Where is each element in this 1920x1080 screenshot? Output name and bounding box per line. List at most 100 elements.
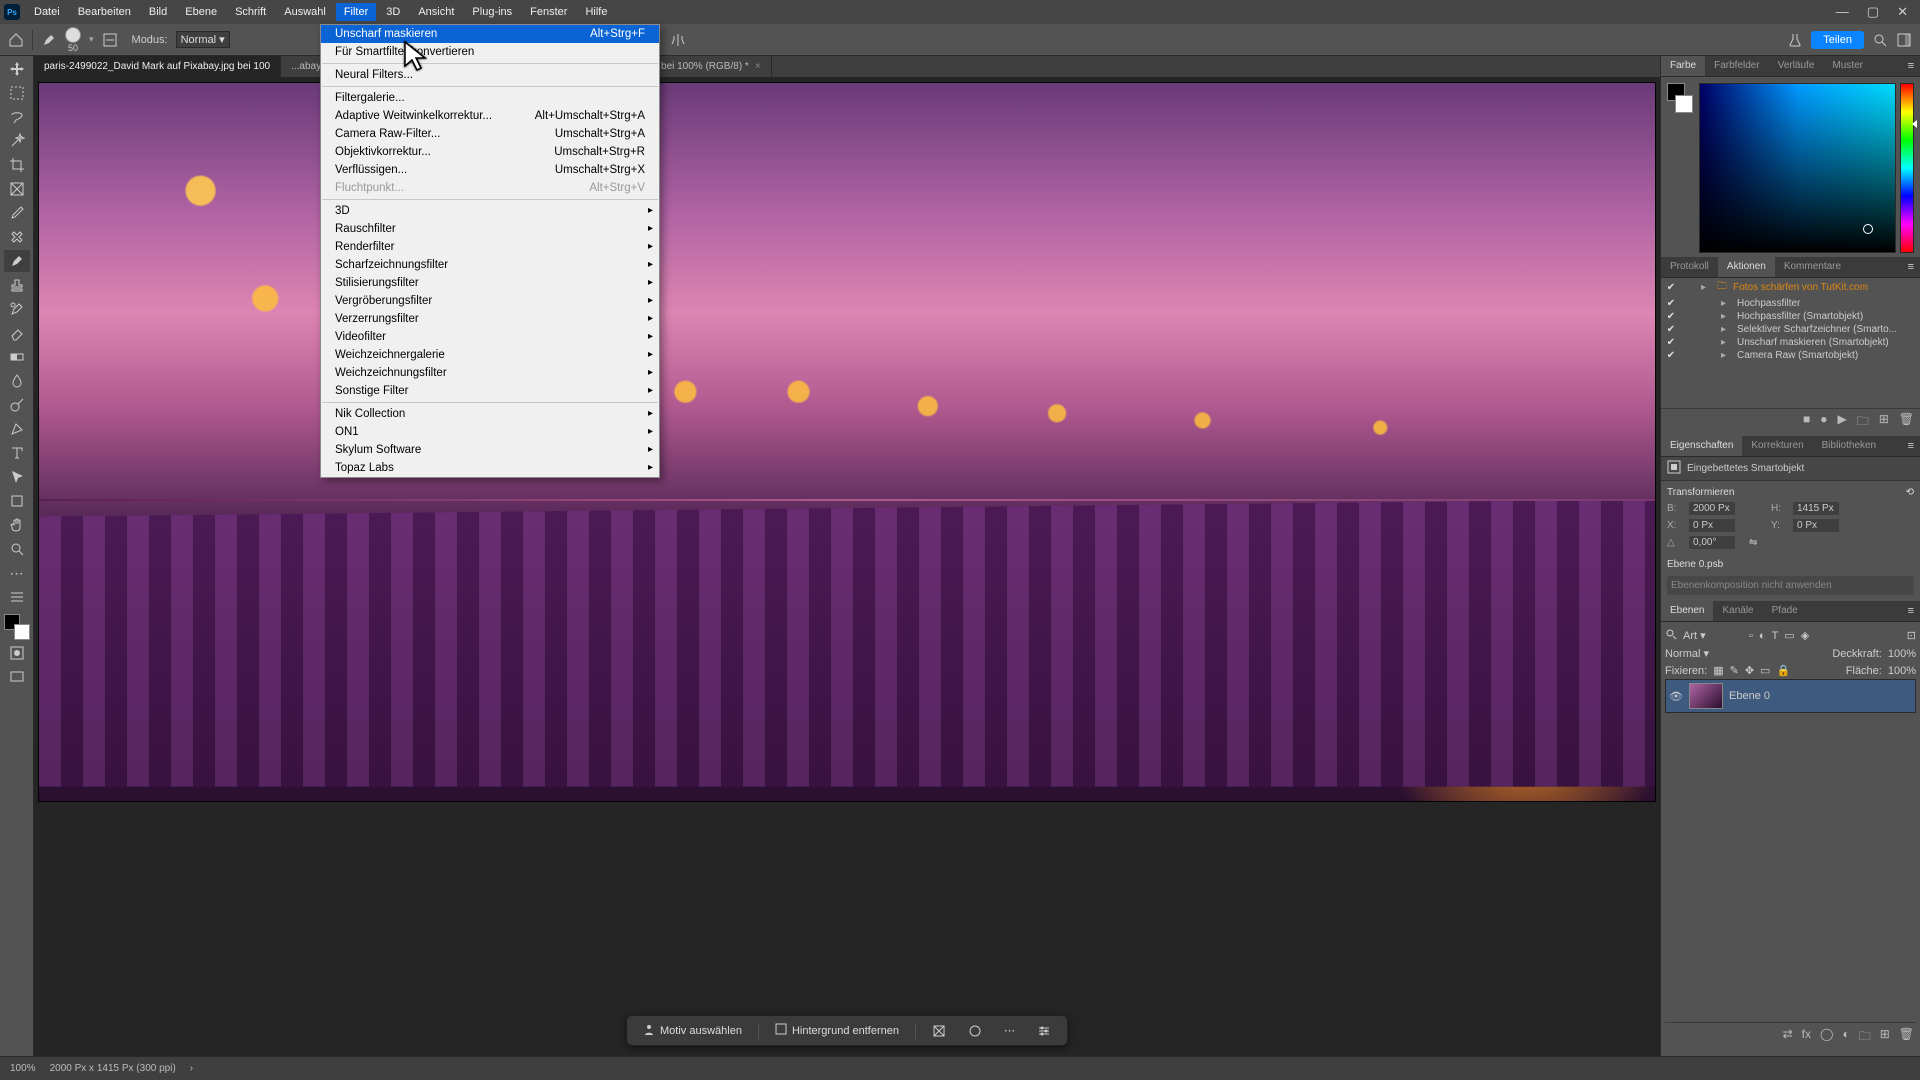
panel-menu-icon[interactable]: ≡ [1902, 56, 1920, 76]
heal-tool-icon[interactable] [4, 226, 30, 248]
menu-plug-ins[interactable]: Plug-ins [464, 3, 520, 21]
layer-name[interactable]: Ebene 0 [1729, 690, 1770, 702]
lock-nest-icon[interactable]: ▭ [1760, 664, 1770, 677]
menu-auswahl[interactable]: Auswahl [276, 3, 334, 21]
menu-item[interactable]: Unscharf maskierenAlt+Strg+F [321, 25, 659, 43]
more-icon[interactable]: ⋯ [998, 1021, 1021, 1040]
filter-shape-icon[interactable]: ▭ [1784, 629, 1794, 642]
canvas[interactable]: Motiv auswählen Hintergrund entfernen ⋯ [34, 78, 1660, 1056]
menu-fenster[interactable]: Fenster [522, 3, 575, 21]
eraser-tool-icon[interactable] [4, 322, 30, 344]
home-icon[interactable] [8, 32, 24, 48]
move-tool-icon[interactable] [4, 58, 30, 80]
saturation-field[interactable] [1699, 83, 1896, 253]
zoom-level[interactable]: 100% [10, 1063, 36, 1074]
lasso-tool-icon[interactable] [4, 106, 30, 128]
workspace-icon[interactable] [1896, 32, 1912, 48]
stop-icon[interactable]: ■ [1803, 412, 1810, 433]
menu-item[interactable]: Scharfzeichnungsfilter [321, 256, 659, 274]
adjust-icon[interactable]: ◐ [1842, 1027, 1849, 1048]
close-button[interactable]: ✕ [1897, 4, 1908, 20]
more-tools-icon[interactable]: ⋯ [4, 562, 30, 584]
y-field[interactable]: 0 Px [1793, 519, 1839, 532]
eyedropper-tool-icon[interactable] [4, 202, 30, 224]
panel-tab[interactable]: Muster [1823, 56, 1872, 76]
menu-item[interactable]: Weichzeichnungsfilter [321, 364, 659, 382]
group-icon[interactable]: 🗀 [1859, 1027, 1871, 1048]
filter-type-icon[interactable]: T [1772, 630, 1779, 642]
menu-item[interactable]: Renderfilter [321, 238, 659, 256]
menu-item[interactable]: Weichzeichnergalerie [321, 346, 659, 364]
beaker-icon[interactable] [1787, 32, 1803, 48]
menu-item[interactable]: Stilisierungsfilter [321, 274, 659, 292]
panel-tab[interactable]: Korrekturen [1742, 436, 1812, 456]
lock-pos-icon[interactable]: ✥ [1745, 664, 1754, 677]
panel-tab[interactable]: Bibliotheken [1813, 436, 1885, 456]
quickmask-icon[interactable] [4, 642, 30, 664]
filter-toggle[interactable]: ⊡ [1907, 629, 1916, 642]
panel-tab[interactable]: Ebenen [1661, 601, 1713, 621]
blend-mode-select[interactable]: Normal ▾ [176, 31, 230, 48]
menu-item[interactable]: Adaptive Weitwinkelkorrektur...Alt+Umsch… [321, 107, 659, 125]
brush-preview[interactable]: 50 [65, 27, 81, 53]
new-set-icon[interactable]: 🗀 [1857, 412, 1869, 433]
visibility-icon[interactable]: 👁 [1669, 690, 1683, 703]
panel-tab[interactable]: Verläufe [1769, 56, 1824, 76]
remove-bg-button[interactable]: Hintergrund entfernen [769, 1020, 905, 1041]
menu-item[interactable]: Verzerrungsfilter [321, 310, 659, 328]
menu-item[interactable]: 3D [321, 202, 659, 220]
path-select-icon[interactable] [4, 466, 30, 488]
ctx-icon-1[interactable] [926, 1021, 952, 1041]
panel-tab[interactable]: Pfade [1763, 601, 1807, 621]
angle-field[interactable]: 0,00° [1689, 536, 1735, 549]
wand-tool-icon[interactable] [4, 130, 30, 152]
menu-hilfe[interactable]: Hilfe [577, 3, 615, 21]
menu-ebene[interactable]: Ebene [177, 3, 225, 21]
shape-tool-icon[interactable] [4, 490, 30, 512]
minimize-button[interactable]: — [1836, 4, 1849, 20]
lock-paint-icon[interactable]: ✎ [1730, 664, 1739, 677]
menu-item[interactable]: Videofilter [321, 328, 659, 346]
action-item[interactable]: ✔▸Hochpassfilter (Smartobjekt) [1661, 310, 1920, 323]
play-icon[interactable]: ▶ [1837, 412, 1846, 433]
dodge-tool-icon[interactable] [4, 394, 30, 416]
menu-item[interactable]: Camera Raw-Filter...Umschalt+Strg+A [321, 125, 659, 143]
maximize-button[interactable]: ▢ [1867, 4, 1879, 20]
foreground-background-swatch[interactable] [4, 614, 30, 640]
menu-item[interactable]: Verflüssigen...Umschalt+Strg+X [321, 161, 659, 179]
panel-tab[interactable]: Kanäle [1713, 601, 1762, 621]
trash-icon[interactable]: 🗑 [1899, 1027, 1914, 1048]
filter-adjust-icon[interactable]: ◐ [1759, 630, 1766, 642]
lock-trans-icon[interactable]: ▦ [1713, 664, 1723, 677]
menu-schrift[interactable]: Schrift [227, 3, 274, 21]
reset-icon[interactable]: ⟲ [1906, 487, 1914, 498]
symmetry-icon[interactable] [670, 32, 686, 48]
brush-settings-icon[interactable] [102, 32, 118, 48]
menu-item[interactable]: ON1 [321, 423, 659, 441]
close-tab-icon[interactable]: × [755, 61, 761, 72]
panel-menu-icon[interactable]: ≡ [1902, 601, 1920, 621]
search-icon[interactable] [1665, 628, 1677, 643]
menu-item[interactable]: Filtergalerie... [321, 89, 659, 107]
chevron-down-icon[interactable]: ▾ [89, 34, 94, 45]
menu-item[interactable]: Skylum Software [321, 441, 659, 459]
panel-menu-icon[interactable]: ≡ [1902, 257, 1920, 277]
blur-tool-icon[interactable] [4, 370, 30, 392]
fill-field[interactable]: 100% [1888, 665, 1916, 677]
document-tab[interactable]: paris-2499022_David Mark auf Pixabay.jpg… [34, 56, 281, 77]
height-field[interactable]: 1415 Px [1793, 502, 1839, 515]
menu-datei[interactable]: Datei [26, 3, 68, 21]
action-set[interactable]: ✔▸🗀Fotos schärfen von TutKit.com [1661, 278, 1920, 297]
menu-filter[interactable]: Filter [336, 3, 376, 21]
crop-tool-icon[interactable] [4, 154, 30, 176]
menu-item[interactable]: Rauschfilter [321, 220, 659, 238]
mask-icon[interactable]: ◯ [1820, 1027, 1833, 1048]
action-item[interactable]: ✔▸Unscharf maskieren (Smartobjekt) [1661, 336, 1920, 349]
frame-tool-icon[interactable] [4, 178, 30, 200]
menu-item[interactable]: Für Smartfilter konvertieren [321, 43, 659, 61]
flip-h-icon[interactable]: ⇋ [1749, 537, 1757, 548]
fx-icon[interactable]: fx [1802, 1027, 1811, 1048]
width-field[interactable]: 2000 Px [1689, 502, 1735, 515]
panel-tab[interactable]: Farbfelder [1705, 56, 1769, 76]
screenmode-icon[interactable] [4, 666, 30, 688]
